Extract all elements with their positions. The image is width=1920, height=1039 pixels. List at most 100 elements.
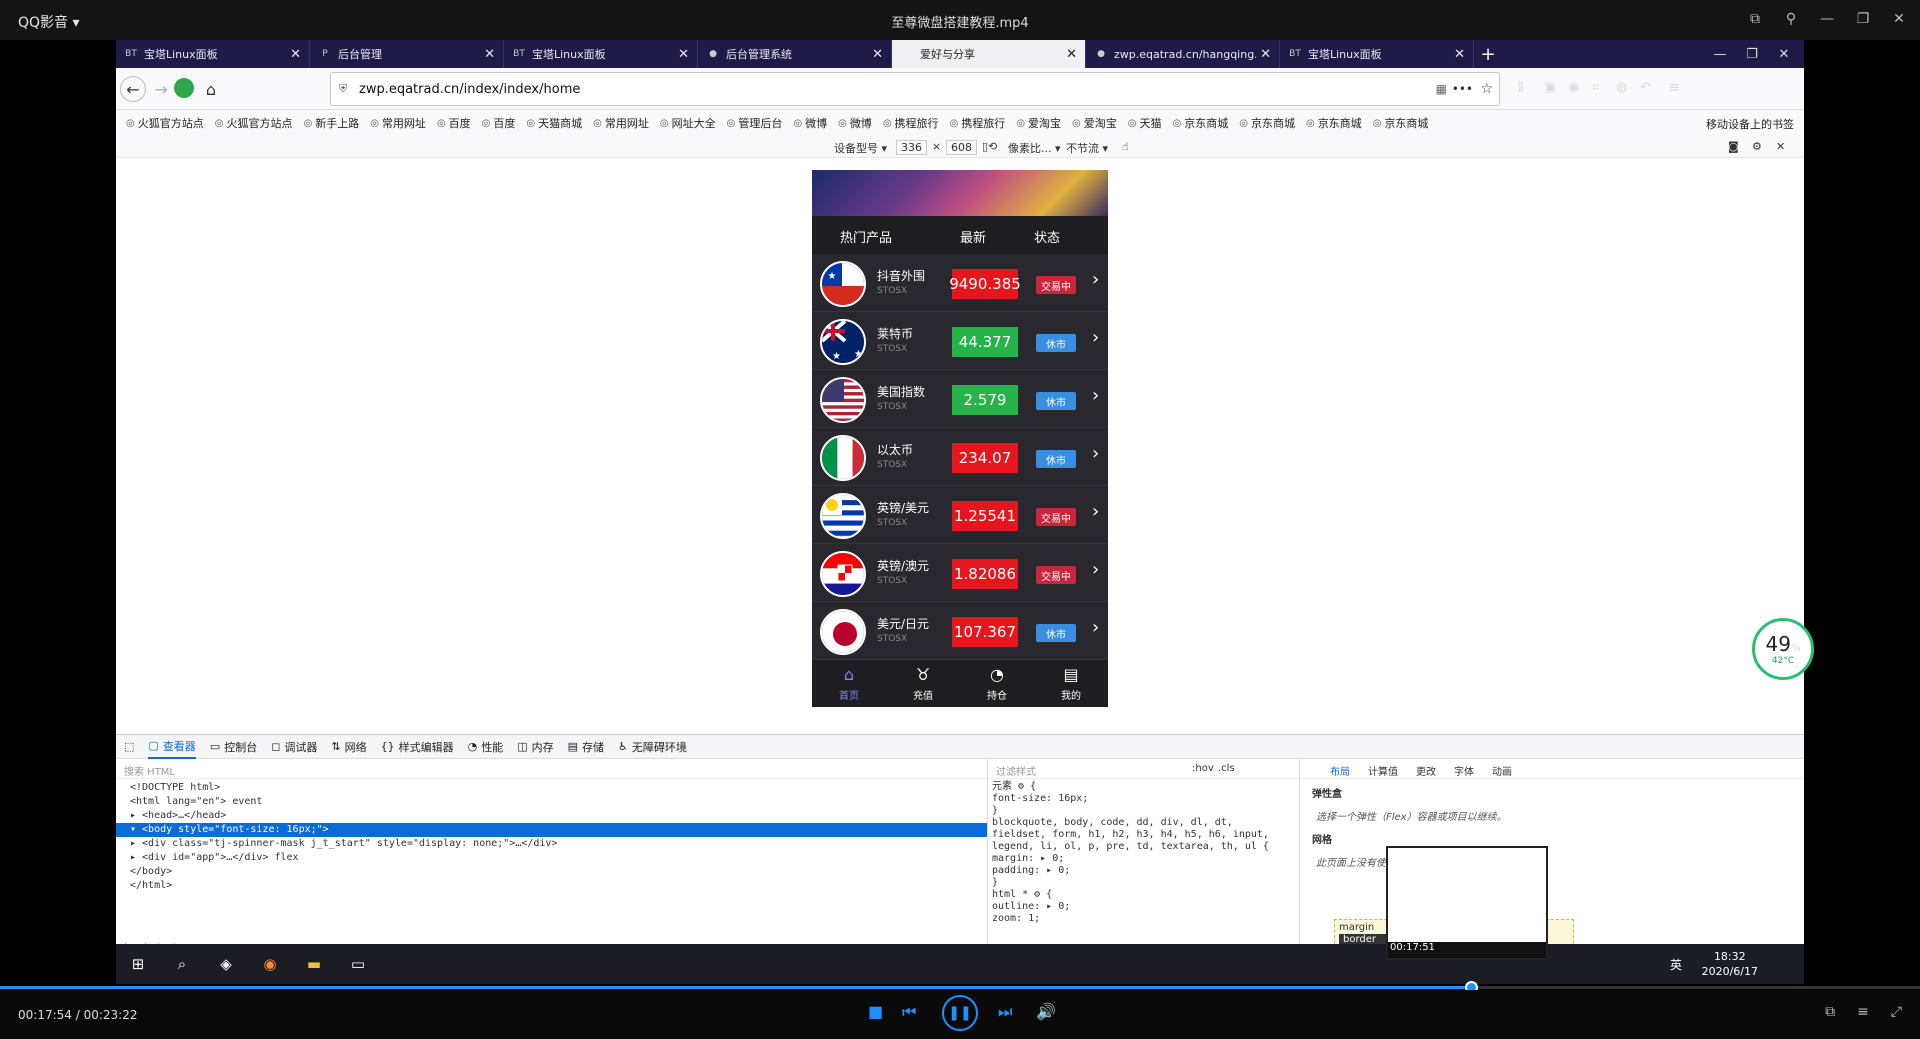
height-input[interactable]: 608 xyxy=(946,140,977,155)
browser-tab[interactable]: ● 后台管理系统 ✕ xyxy=(698,40,892,68)
more-icon[interactable]: ••• xyxy=(1452,82,1473,96)
shield-icon[interactable]: ⛨ xyxy=(339,82,347,96)
market-row[interactable]: 英镑/美元 STOSX 1.25541 交易中 › xyxy=(812,486,1108,544)
browser-tab[interactable]: ● zwp.eqatrad.cn/hangqing.ht ✕ xyxy=(1086,40,1280,68)
layout-tab[interactable]: 布局 xyxy=(1330,763,1350,778)
browser-close-icon[interactable]: ✕ xyxy=(1764,40,1804,68)
bookmark-item[interactable]: ◎ 管理后台 xyxy=(727,115,783,131)
devtools-tab[interactable]: ⇅ 网络 xyxy=(331,739,366,755)
grid-heading[interactable]: 网格 xyxy=(1300,825,1804,852)
browser-tab[interactable]: BT 宝塔Linux面板 ✕ xyxy=(116,40,310,68)
account-icon[interactable]: ◉ xyxy=(1568,80,1579,95)
screenshot-icon[interactable]: ⧉ xyxy=(1744,8,1766,30)
bookmark-item[interactable]: ◎ 爱淘宝 xyxy=(1016,115,1061,131)
device-select[interactable]: 设备型号 ▾ xyxy=(834,140,887,156)
bookmark-item[interactable]: ◎ 京东商城 xyxy=(1172,115,1228,131)
flexbox-heading[interactable]: 弹性盒 xyxy=(1300,779,1804,806)
html-node[interactable]: ▸ <head>…</head> xyxy=(116,809,987,823)
nav-home[interactable]: ⌂ 首页 xyxy=(812,660,886,707)
home-button[interactable]: ⌂ xyxy=(198,76,224,102)
bookmark-item[interactable]: ◎ 爱淘宝 xyxy=(1072,115,1117,131)
nav-mine[interactable]: ▤ 我的 xyxy=(1034,660,1108,707)
pause-button[interactable]: ❚❚ xyxy=(942,995,978,1031)
tab-close-icon[interactable]: ✕ xyxy=(1066,47,1077,62)
bookmark-item[interactable]: ◎ 微博 xyxy=(793,115,827,131)
firefox-icon[interactable]: ◉ xyxy=(248,944,292,984)
bookmark-item[interactable]: ◎ 百度 xyxy=(482,115,516,131)
bookmark-item[interactable]: ◎ 微博 xyxy=(838,115,872,131)
devtools-tab[interactable]: ◫ 内存 xyxy=(517,739,553,755)
market-row[interactable]: 以太币 STOSX 234.07 休市 › xyxy=(812,428,1108,486)
html-node[interactable]: ▸ <div class="tj-spinner-mask j_t_start"… xyxy=(116,837,987,851)
reload-button[interactable] xyxy=(174,78,194,98)
devtools-tab[interactable]: ◔ 性能 xyxy=(468,739,504,755)
new-tab-button[interactable]: + xyxy=(1474,40,1502,68)
devtools-tab[interactable]: ▭ 控制台 xyxy=(210,739,257,755)
bookmark-item[interactable]: ◎ 常用网址 xyxy=(370,115,426,131)
qr-icon[interactable]: ▦ xyxy=(1436,82,1447,96)
picker-icon[interactable]: ⬚ xyxy=(124,740,134,753)
layout-tab[interactable]: 更改 xyxy=(1416,763,1436,778)
bookmark-item[interactable]: ◎ 携程旅行 xyxy=(950,115,1006,131)
volume-icon[interactable]: 🔊 xyxy=(1036,1002,1056,1021)
market-row[interactable]: 美元/日元 STOSX 107.367 休市 › xyxy=(812,602,1108,660)
html-node[interactable]: <html lang="en"> event xyxy=(116,795,987,809)
browser-tab[interactable]: BT 宝塔Linux面板 ✕ xyxy=(1280,40,1474,68)
devtools-tab[interactable]: ▢ 查看器 xyxy=(148,735,196,759)
tab-close-icon[interactable]: ✕ xyxy=(1260,47,1271,62)
bookmark-item[interactable]: ◎ 京东商城 xyxy=(1306,115,1362,131)
url-bar[interactable]: ⛨ zwp.eqatrad.cn/index/index/home ▦ ••• … xyxy=(330,72,1500,106)
bookmark-item[interactable]: ◎ 天猫商城 xyxy=(526,115,582,131)
undo-icon[interactable]: ↶ xyxy=(1640,80,1651,95)
nav-positions[interactable]: ◔ 持仓 xyxy=(960,660,1034,707)
browser-tab[interactable]: BT 宝塔Linux面板 ✕ xyxy=(504,40,698,68)
forward-button[interactable]: → xyxy=(148,76,174,102)
html-node[interactable]: </body> xyxy=(116,865,987,879)
html-node[interactable]: ▸ <div id="app">…</div> flex xyxy=(116,851,987,865)
bookmark-item[interactable]: ◎ 新手上路 xyxy=(303,115,359,131)
tab-close-icon[interactable]: ✕ xyxy=(678,47,689,62)
maximize-icon[interactable]: ❐ xyxy=(1852,8,1874,30)
bookmark-item[interactable]: ◎ 天猫 xyxy=(1128,115,1162,131)
url-text[interactable]: zwp.eqatrad.cn/index/index/home xyxy=(359,82,580,97)
throttle-select[interactable]: 不节流 ▾ xyxy=(1066,140,1108,156)
market-row[interactable]: 美国指数 STOSX 2.579 休市 › xyxy=(812,370,1108,428)
previous-icon[interactable]: ⏮ xyxy=(902,1002,916,1022)
market-row[interactable]: ★ ★ 莱特币 STOSX 44.377 休市 › xyxy=(812,312,1108,370)
tab-close-icon[interactable]: ✕ xyxy=(872,47,883,62)
crop-icon[interactable]: ⌗ xyxy=(1592,80,1599,95)
terminal-icon[interactable]: ▭ xyxy=(336,944,380,984)
menu-icon[interactable]: ≡ xyxy=(1668,78,1681,96)
html-search[interactable]: 搜索 HTML xyxy=(116,759,987,779)
style-filter[interactable]: 过滤样式 :hov .cls xyxy=(988,759,1299,779)
bookmark-item[interactable]: ◎ 百度 xyxy=(437,115,471,131)
devtools-tab[interactable]: ♿ 无障碍环境 xyxy=(618,739,687,755)
nav-recharge[interactable]: ♉ 充值 xyxy=(886,660,960,707)
html-node[interactable]: <!DOCTYPE html> xyxy=(116,781,987,795)
tab-close-icon[interactable]: ✕ xyxy=(290,47,301,62)
explorer-icon[interactable]: ▬ xyxy=(292,944,336,984)
capture-icon[interactable]: ⧉ xyxy=(1825,1004,1835,1020)
search-icon[interactable]: ⌕ xyxy=(160,944,204,984)
bookmark-item[interactable]: ◎ 火狐官方站点 xyxy=(215,115,293,131)
app-icon[interactable]: ◈ xyxy=(204,944,248,984)
chat-icon[interactable]: ◍ xyxy=(1616,80,1627,95)
taskbar-clock[interactable]: 18:32 2020/6/17 xyxy=(1702,949,1758,979)
settings-icon[interactable]: ≡ xyxy=(1857,1004,1869,1020)
market-row[interactable]: ★ 抖音外围 STOSX 9490.385 交易中 › xyxy=(812,254,1108,312)
bookmark-item[interactable]: ◎ 京东商城 xyxy=(1373,115,1429,131)
rotate-icon[interactable]: ▯⟲ xyxy=(982,140,997,153)
html-node[interactable]: </html> xyxy=(116,879,987,893)
bookmark-item[interactable]: ◎ 携程旅行 xyxy=(883,115,939,131)
camera-icon[interactable]: ◙ xyxy=(1728,140,1739,153)
layout-tab[interactable]: 动画 xyxy=(1492,763,1512,778)
stop-icon[interactable]: ■ xyxy=(868,1002,883,1021)
devtools-tab[interactable]: {} 样式编辑器 xyxy=(381,739,454,755)
close-rdm-icon[interactable]: ✕ xyxy=(1776,140,1785,153)
mobile-bookmarks[interactable]: 移动设备上的书签 xyxy=(1706,116,1794,132)
touch-icon[interactable]: ☝ xyxy=(1122,140,1129,153)
devtools-tab[interactable]: ▤ 存储 xyxy=(568,739,604,755)
back-button[interactable]: ← xyxy=(120,76,146,102)
html-node[interactable]: ▾ <body style="font-size: 16px;"> xyxy=(116,823,987,837)
windows-start-icon[interactable]: ⊞ xyxy=(116,944,160,984)
